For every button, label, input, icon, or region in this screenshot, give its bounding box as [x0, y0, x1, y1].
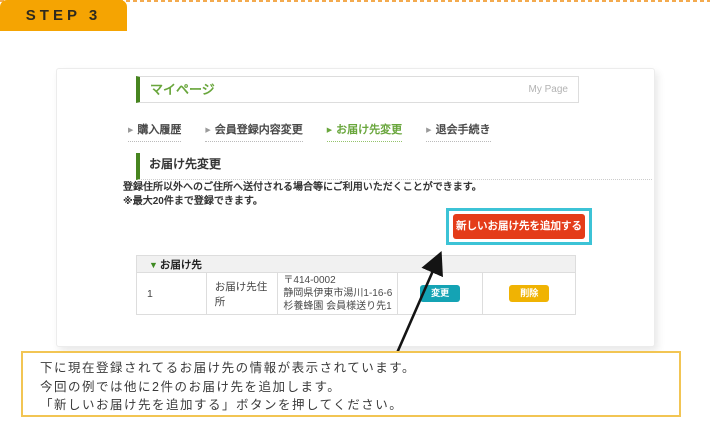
nav-item-label: 退会手続き	[436, 124, 491, 136]
instruction-callout: 下に現在登録されてるお届け先の情報が表示されています。 今回の例では他に2件のお…	[21, 351, 681, 417]
mypage-panel: マイページ My Page ▶ 購入履歴 ▶ 会員登録内容変更 ▶ お届け先変更 ▶ 退…	[56, 68, 655, 347]
page-title: マイページ	[140, 77, 578, 102]
nav-item-unsubscribe[interactable]: ▶ 退会手続き	[426, 121, 490, 142]
description-note: ※最大20件まで登録できます。	[123, 195, 603, 209]
page-header: マイページ My Page	[136, 76, 579, 103]
button-arrow-icon: ▶	[518, 248, 523, 255]
instruction-line: 「新しいお届け先を追加する」ボタンを押してください。	[40, 396, 679, 415]
instruction-line: 下に現在登録されてるお届け先の情報が表示されています。	[40, 359, 679, 378]
add-address-button[interactable]: 新しいお届け先を追加する▶	[453, 214, 585, 239]
tutorial-highlight-border: 新しいお届け先を追加する▶	[446, 208, 592, 245]
row-number-cell: 1	[137, 273, 207, 314]
section-title: お届け先変更	[136, 153, 652, 180]
page-title-en: My Page	[529, 77, 568, 102]
collapse-icon: ▼	[149, 260, 158, 270]
address-line2: 杉養蜂園 会員様送り先1	[283, 300, 391, 313]
nav-item-purchase-history[interactable]: ▶ 購入履歴	[128, 121, 181, 142]
step-badge: STEP 3	[0, 0, 127, 31]
add-address-button-label: 新しいお届け先を追加する	[456, 220, 582, 232]
row-address-cell: 〒414-0002 静岡県伊東市湯川1-16-6 杉養蜂園 会員様送り先1	[278, 273, 397, 314]
address-postal: 〒414-0002	[283, 274, 335, 287]
instruction-line: 今回の例では他に2件のお届け先を追加します。	[40, 378, 679, 397]
table-row: 1 お届け先住所 〒414-0002 静岡県伊東市湯川1-16-6 杉養蜂園 会…	[136, 273, 576, 315]
address-line1: 静岡県伊東市湯川1-16-6	[283, 287, 392, 300]
account-nav: ▶ 購入履歴 ▶ 会員登録内容変更 ▶ お届け先変更 ▶ 退会手続き	[128, 121, 491, 142]
nav-arrow-icon: ▶	[327, 127, 332, 134]
table-header-label: お届け先	[160, 259, 202, 271]
step-badge-label: STEP 3	[26, 7, 101, 24]
tutorial-screenshot: STEP 3 マイページ My Page ▶ 購入履歴 ▶ 会員登録内容変更 ▶ お届…	[0, 0, 710, 424]
annotation-arrow	[385, 243, 455, 358]
table-header: ▼お届け先	[136, 255, 576, 273]
address-table: ▼お届け先 1 お届け先住所 〒414-0002 静岡県伊東市湯川1-16-6 …	[136, 255, 576, 315]
nav-item-label: お届け先変更	[336, 124, 402, 136]
delete-button[interactable]: 削除	[509, 285, 549, 302]
nav-arrow-icon: ▶	[205, 127, 210, 134]
nav-arrow-icon: ▶	[426, 127, 431, 134]
nav-item-member-info[interactable]: ▶ 会員登録内容変更	[205, 121, 302, 142]
row-delete-cell: 削除	[483, 273, 575, 314]
nav-arrow-icon: ▶	[128, 127, 133, 134]
nav-item-label: 会員登録内容変更	[215, 124, 303, 136]
nav-item-label: 購入履歴	[137, 124, 181, 136]
description-line: 登録住所以外へのご住所へ送付される場合等にご利用いただくことができます。	[123, 181, 603, 195]
row-type-cell: お届け先住所	[207, 273, 279, 314]
section-description: 登録住所以外へのご住所へ送付される場合等にご利用いただくことができます。 ※最大…	[123, 181, 603, 209]
nav-item-delivery-address[interactable]: ▶ お届け先変更	[327, 121, 402, 142]
